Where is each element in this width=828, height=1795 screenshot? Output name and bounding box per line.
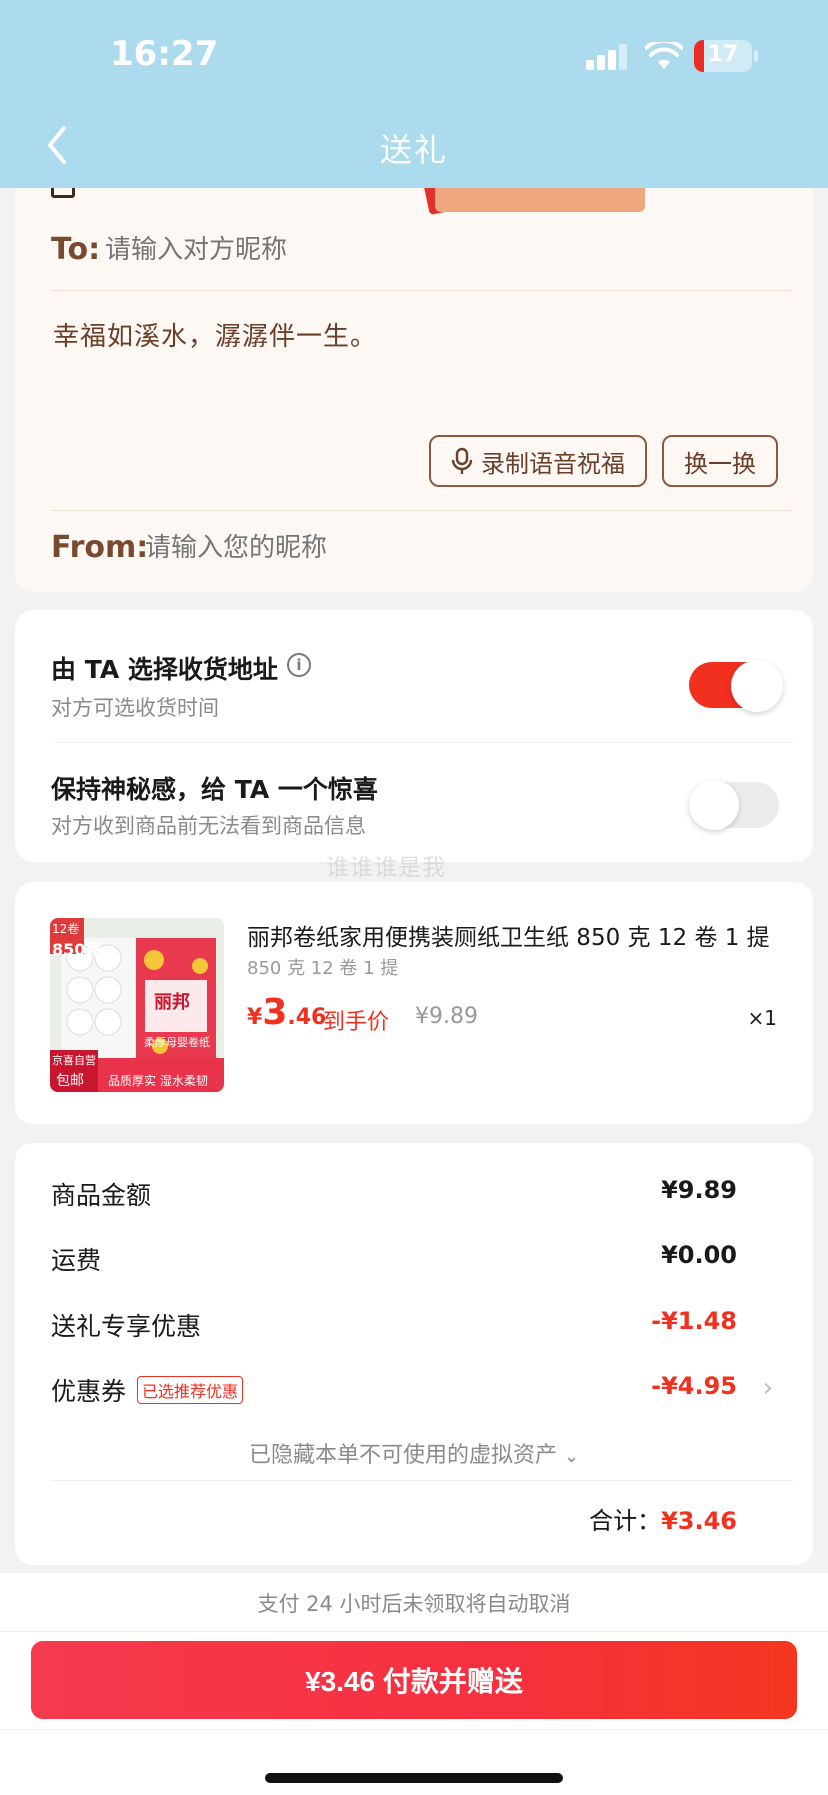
auto-cancel-notice: 支付 24 小时后未领取将自动取消 — [257, 1592, 571, 1616]
total-label: 合计： — [589, 1507, 662, 1535]
chevron-down-icon: ⌄ — [563, 1446, 580, 1467]
info-icon[interactable]: i — [287, 653, 311, 677]
change-blessing-button[interactable]: 换一换 — [662, 435, 778, 487]
image-badge-jd: 京喜自营 — [52, 1054, 96, 1067]
product-title[interactable]: 丽邦卷纸家用便携装厕纸卫生纸 850 克 12 卷 1 提 — [247, 918, 770, 952]
watermark: 谁谁谁是我 — [326, 855, 446, 881]
gift-options-card: 由 TA 选择收货地址 i 对方可选收货时间 保持神秘感，给 TA 一个惊喜 对… — [15, 610, 813, 862]
address-option-title: 由 TA 选择收货地址 — [51, 655, 278, 684]
divider — [0, 1729, 828, 1730]
coupon-label[interactable]: 优惠券 — [51, 1372, 126, 1408]
product-quantity: ×1 — [747, 1006, 777, 1030]
price-symbol: ¥ — [247, 1005, 263, 1030]
goods-amount-label: 商品金额 — [51, 1181, 152, 1210]
pay-and-gift-button[interactable]: ¥3.46 付款并赠送 — [31, 1641, 797, 1719]
goods-amount-value: ¥9.89 — [661, 1176, 737, 1204]
coupon-recommended-tag: 已选推荐优惠 — [137, 1376, 244, 1404]
image-caption-2: 品质厚实 湿水柔韧 — [108, 1074, 208, 1088]
mystery-option-toggle[interactable] — [689, 780, 779, 830]
bottom-bar: 支付 24 小时后未领取将自动取消 ¥3.46 付款并赠送 — [0, 1573, 828, 1795]
address-option-subtitle: 对方可选收货时间 — [51, 696, 219, 720]
image-badge-weight: 850克 — [52, 940, 102, 959]
record-voice-label: 录制语音祝福 — [481, 449, 625, 478]
product-card[interactable]: 12卷 850克 丽邦 柔厚母婴卷纸 京喜自营 包邮 品质厚实 湿水柔韧 丽邦卷… — [15, 882, 813, 1124]
record-voice-button[interactable]: 录制语音祝福 — [429, 435, 647, 487]
microphone-icon — [451, 447, 473, 474]
price-dec: .46 — [287, 1005, 327, 1030]
to-label: To: — [51, 232, 101, 267]
home-indicator[interactable] — [265, 1773, 563, 1783]
top-header: 16:27 17 送礼 — [0, 0, 828, 188]
coupon-value[interactable]: -¥4.95 — [651, 1372, 737, 1400]
image-brand: 丽邦 — [154, 992, 190, 1013]
battery-icon: 17 — [694, 40, 752, 72]
divider — [0, 1631, 828, 1632]
order-total: 合计：¥3.46 — [589, 1501, 737, 1536]
gift-discount-value: -¥1.48 — [651, 1307, 737, 1335]
divider — [51, 510, 793, 511]
wifi-icon — [645, 42, 683, 69]
change-blessing-label: 换一换 — [684, 449, 756, 478]
total-value: ¥3.46 — [661, 1507, 737, 1535]
image-badge-free-shipping: 包邮 — [56, 1073, 84, 1089]
product-image[interactable]: 12卷 850克 丽邦 柔厚母婴卷纸 京喜自营 包邮 品质厚实 湿水柔韧 — [50, 918, 224, 1092]
hidden-assets-label: 已隐藏本单不可使用的虚拟资产 — [248, 1443, 557, 1468]
mystery-option-title: 保持神秘感，给 TA 一个惊喜 — [51, 775, 378, 804]
address-option-toggle[interactable] — [689, 660, 783, 712]
blessing-text[interactable]: 幸福如溪水，潺潺伴一生。 — [53, 316, 377, 353]
toggle-knob — [731, 660, 783, 712]
recipient-nickname-input[interactable] — [105, 234, 585, 265]
gift-discount-label: 送礼专享优惠 — [51, 1312, 202, 1341]
original-price: ¥9.89 — [415, 1004, 478, 1029]
mystery-option-subtitle: 对方收到商品前无法看到商品信息 — [51, 814, 366, 838]
image-caption-1: 柔厚母婴卷纸 — [144, 1036, 210, 1049]
page-title: 送礼 — [379, 131, 448, 169]
battery-level: 17 — [707, 42, 739, 67]
gift-message-card: To: 幸福如溪水，潺潺伴一生。 录制语音祝福 换一换 From: — [15, 150, 813, 592]
image-badge-count: 12卷 — [52, 922, 80, 936]
divider — [51, 290, 793, 291]
status-time: 16:27 — [110, 34, 219, 74]
cellular-signal-icon — [586, 44, 630, 70]
product-price: ¥3.46 — [247, 992, 326, 1033]
hidden-assets-toggle[interactable]: 已隐藏本单不可使用的虚拟资产 ⌄ — [15, 1437, 813, 1469]
product-spec: 850 克 12 卷 1 提 — [247, 958, 399, 979]
shipping-label: 运费 — [51, 1246, 102, 1275]
divider — [51, 1480, 793, 1481]
from-label: From: — [51, 530, 149, 565]
order-summary-card: 商品金额 ¥9.89 运费 ¥0.00 送礼专享优惠 -¥1.48 优惠券 已选… — [15, 1143, 813, 1565]
toggle-knob — [689, 780, 739, 830]
chevron-right-icon[interactable]: › — [763, 1373, 773, 1403]
battery-cap — [754, 50, 758, 62]
shipping-value: ¥0.00 — [661, 1241, 737, 1269]
divider — [51, 742, 793, 743]
price-label: 到手价 — [323, 1010, 390, 1035]
sender-nickname-input[interactable] — [145, 532, 585, 563]
price-int: 3 — [262, 992, 288, 1033]
